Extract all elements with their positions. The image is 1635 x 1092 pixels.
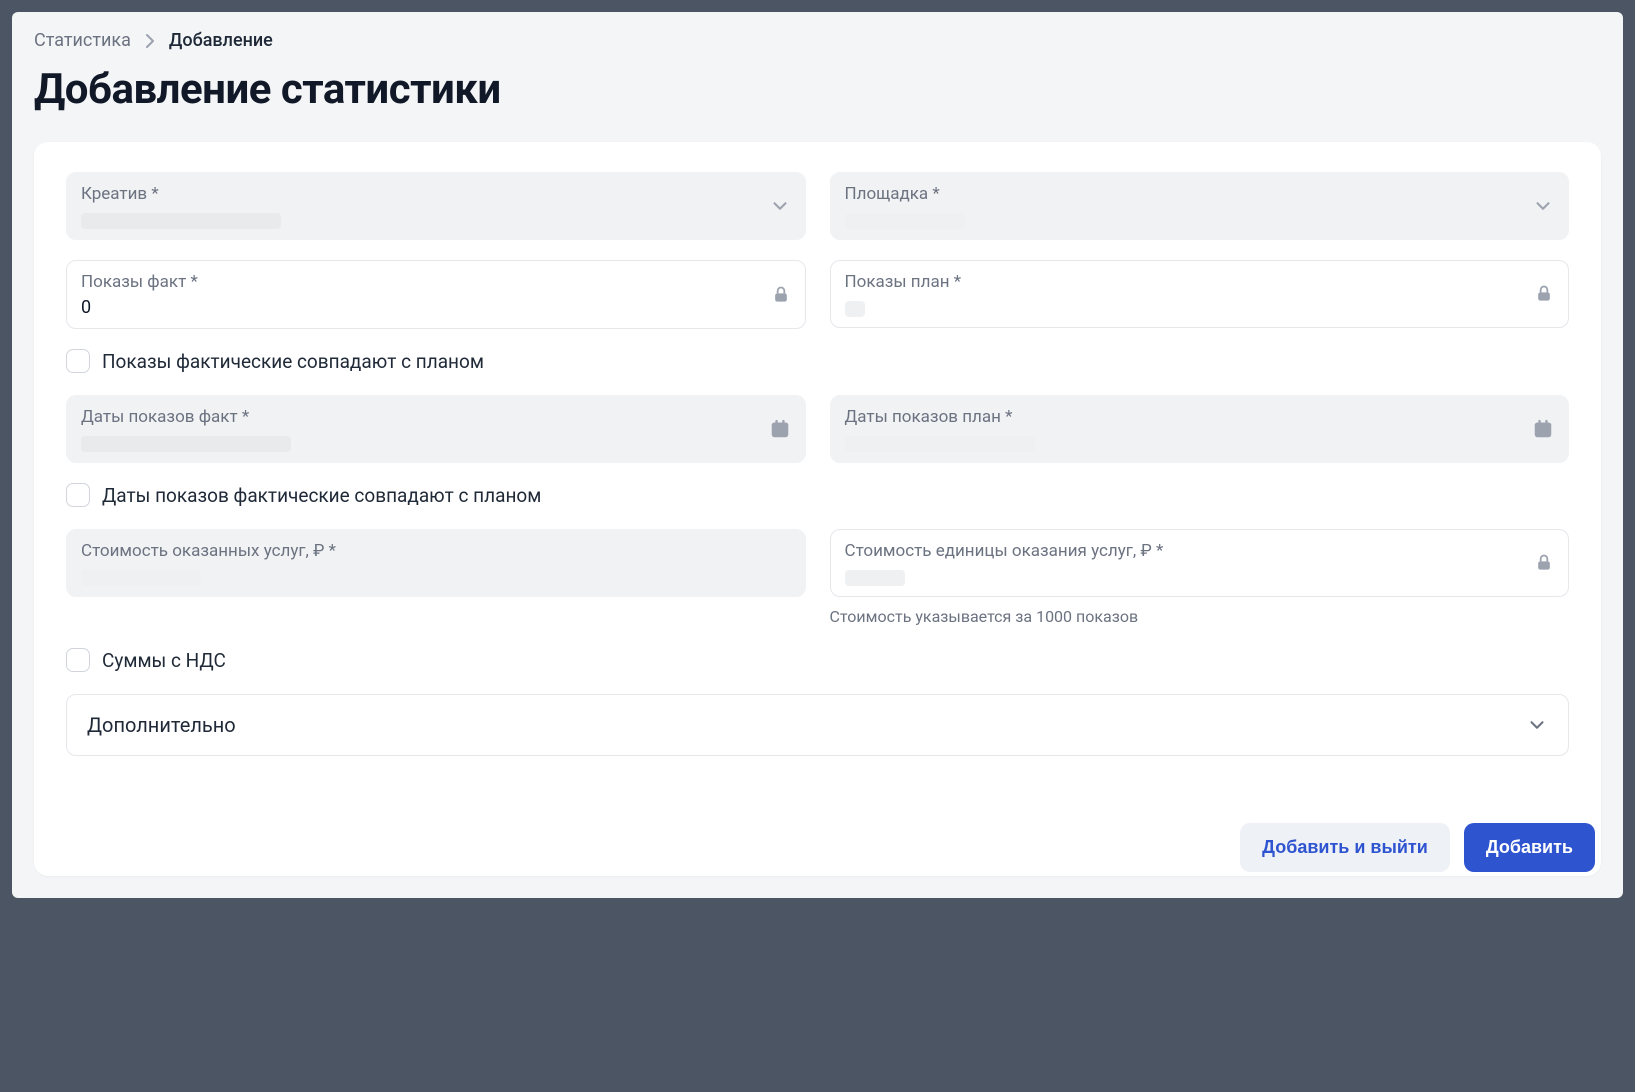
checkbox-label: Показы фактические совпадают с планом [102,350,484,373]
cost-unit-input[interactable]: Стоимость единицы оказания услуг, ₽ * [830,529,1570,597]
calendar-icon [769,418,791,440]
skeleton-placeholder [845,301,865,317]
calendar-icon [1532,418,1554,440]
field-label: Показы план * [845,271,1555,293]
impressions-plan-input[interactable]: Показы план * [830,260,1570,328]
page-title: Добавление статистики [34,65,1601,114]
skeleton-placeholder [845,570,905,586]
field-value: 0 [81,297,791,318]
dates-match-checkbox[interactable] [66,483,90,507]
impressions-match-checkbox[interactable] [66,349,90,373]
chevron-down-icon [1526,714,1548,736]
lock-icon [1534,553,1554,573]
cost-services-input[interactable]: Стоимость оказанных услуг, ₽ * [66,529,806,597]
chevron-down-icon [769,195,791,217]
dates-plan-input[interactable]: Даты показов план * [830,395,1570,463]
lock-icon [1534,284,1554,304]
field-label: Показы факт * [81,271,791,293]
field-label: Даты показов факт * [81,406,791,428]
form-card: Креатив * Площадка * [34,142,1601,876]
dates-fact-input[interactable]: Даты показов факт * [66,395,806,463]
field-label: Площадка * [845,183,1555,205]
extra-accordion[interactable]: Дополнительно [66,694,1569,756]
cost-unit-helper: Стоимость указывается за 1000 показов [830,607,1570,626]
field-label: Креатив * [81,183,791,205]
footer-actions: Добавить и выйти Добавить [1240,823,1595,872]
accordion-title: Дополнительно [87,713,236,737]
skeleton-placeholder [81,570,201,586]
skeleton-placeholder [81,213,281,229]
skeleton-placeholder [845,436,1035,452]
breadcrumb-root[interactable]: Статистика [34,30,131,51]
chevron-down-icon [1532,195,1554,217]
breadcrumb: Статистика Добавление [34,30,1601,51]
checkbox-label: Суммы с НДС [102,649,226,672]
field-label: Стоимость оказанных услуг, ₽ * [81,540,791,562]
field-label: Даты показов план * [845,406,1555,428]
skeleton-placeholder [845,213,965,229]
add-and-exit-button[interactable]: Добавить и выйти [1240,823,1450,872]
lock-icon [771,285,791,305]
creative-select[interactable]: Креатив * [66,172,806,240]
skeleton-placeholder [81,436,291,452]
breadcrumb-current: Добавление [169,30,273,51]
field-label: Стоимость единицы оказания услуг, ₽ * [845,540,1555,562]
add-button[interactable]: Добавить [1464,823,1595,872]
checkbox-label: Даты показов фактические совпадают с пла… [102,484,541,507]
chevron-right-icon [145,34,155,48]
platform-select[interactable]: Площадка * [830,172,1570,240]
vat-checkbox[interactable] [66,648,90,672]
impressions-fact-input[interactable]: Показы факт * 0 [66,260,806,329]
